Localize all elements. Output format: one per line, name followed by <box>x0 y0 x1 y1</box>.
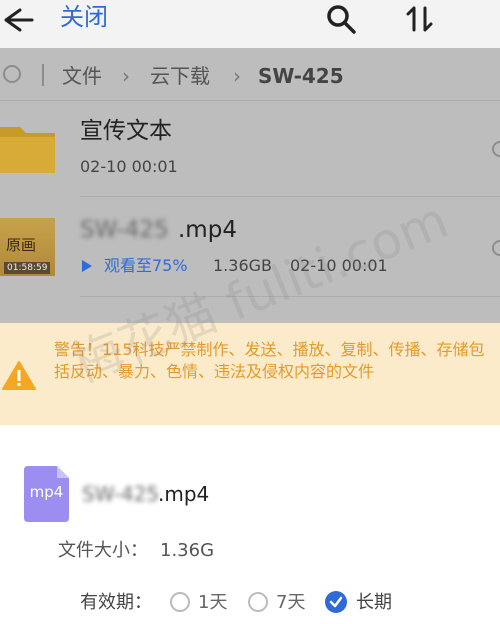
folder-date: 02-10 00:01 <box>80 157 178 176</box>
watch-progress: 观看至75% <box>104 256 188 275</box>
validity-option-permanent[interactable]: 长期 <box>356 590 392 616</box>
validity-option-1day[interactable]: 1天 <box>198 590 227 616</box>
warning-icon <box>2 360 36 390</box>
validity-radio-7day[interactable] <box>248 592 268 612</box>
chevron-right-icon: › <box>233 64 241 88</box>
validity-label: 有效期： <box>80 592 152 613</box>
select-all-radio[interactable] <box>3 65 21 83</box>
file-name: .mp4 <box>158 482 210 506</box>
folder-icon <box>0 121 55 176</box>
breadcrumb-divider <box>42 64 44 86</box>
thumbnail-quality-label: 原画 <box>6 236 37 254</box>
validity-radio-1day[interactable] <box>170 592 190 612</box>
play-icon <box>82 260 92 272</box>
search-icon[interactable] <box>325 3 357 35</box>
file-name-blurred: SW-425 <box>82 482 160 506</box>
divider <box>0 100 500 101</box>
breadcrumb-item-current: SW-425 <box>258 64 344 88</box>
video-name[interactable]: .mp4 <box>178 214 237 246</box>
file-size-label: 文件大小： <box>58 540 148 561</box>
folder-name[interactable]: 宣传文本 <box>80 115 172 147</box>
file-size-value: 1.36G <box>160 540 215 561</box>
back-arrow-icon[interactable] <box>0 6 34 34</box>
breadcrumb-item-cloud[interactable]: 云下载 <box>150 62 210 90</box>
file-ext-label: mp4 <box>29 483 64 501</box>
validity-option-7day[interactable]: 7天 <box>276 590 305 616</box>
thumbnail-duration: 01:58:59 <box>4 262 51 274</box>
video-name-blurred: SW-425 <box>80 217 169 243</box>
breadcrumb-item-files[interactable]: 文件 <box>62 62 102 90</box>
sort-icon[interactable] <box>403 2 437 36</box>
close-button[interactable]: 关闭 <box>60 0 108 34</box>
validity-radio-permanent-checked-icon[interactable] <box>325 591 347 613</box>
chevron-right-icon: › <box>122 64 130 88</box>
